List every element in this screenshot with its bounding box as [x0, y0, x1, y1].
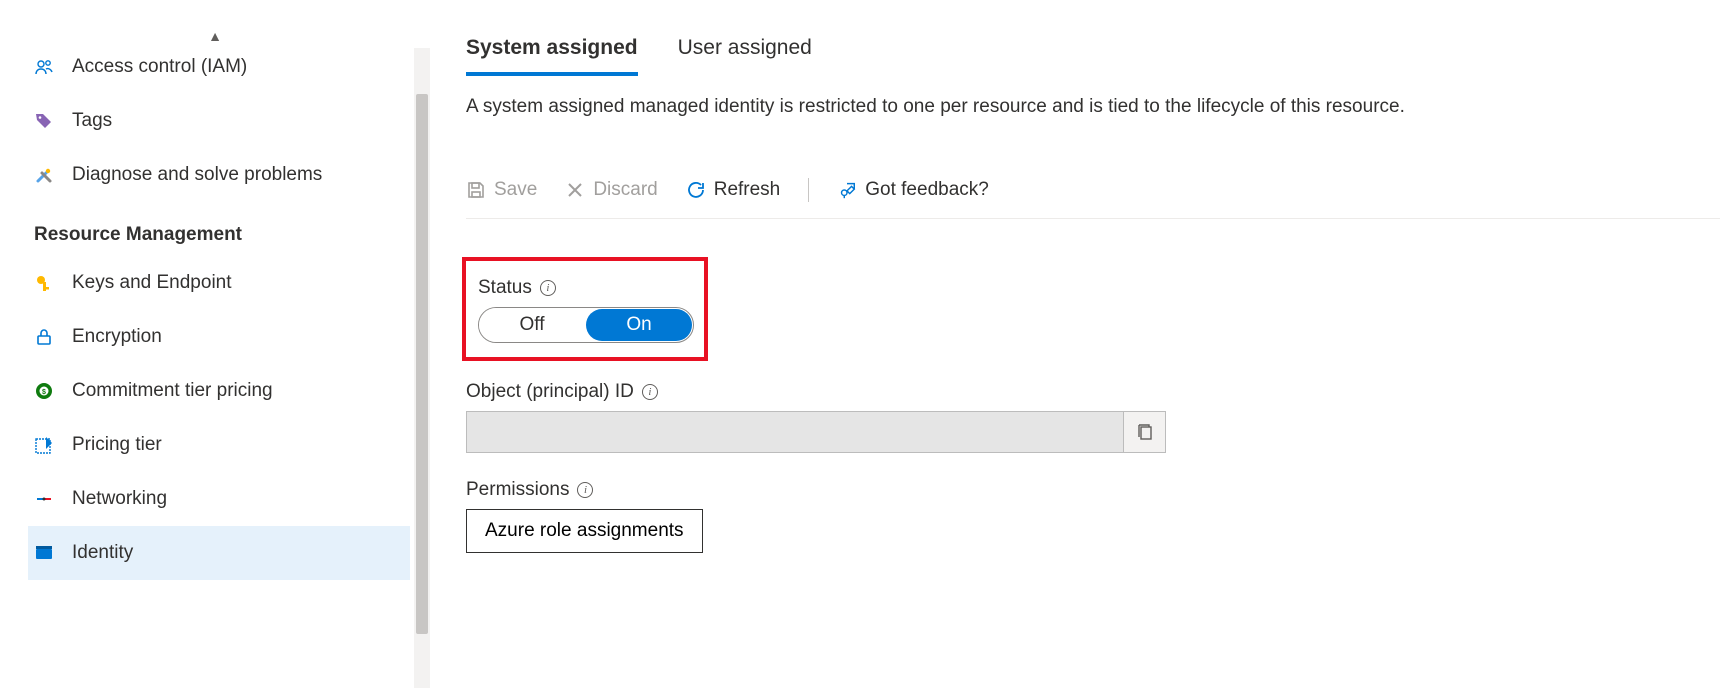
lock-icon: [34, 327, 54, 347]
feedback-icon: [837, 180, 857, 200]
nav-label: Commitment tier pricing: [72, 380, 273, 402]
discard-label: Discard: [593, 179, 657, 201]
sidebar-item-commitment-tier[interactable]: $ Commitment tier pricing: [28, 364, 410, 418]
info-icon[interactable]: i: [540, 280, 556, 296]
command-bar: Save Discard Refresh Got feedback?: [466, 178, 1720, 219]
refresh-label: Refresh: [714, 179, 781, 201]
sidebar-item-networking[interactable]: Networking: [28, 472, 410, 526]
permissions-label-row: Permissions i: [466, 479, 1720, 501]
info-icon[interactable]: i: [577, 482, 593, 498]
object-id-field: Object (principal) ID i: [466, 381, 1720, 453]
object-id-label: Object (principal) ID: [466, 381, 634, 403]
save-button: Save: [466, 179, 537, 201]
tab-user-assigned[interactable]: User assigned: [678, 36, 812, 76]
permissions-label: Permissions: [466, 479, 569, 501]
key-icon: [34, 273, 54, 293]
refresh-button[interactable]: Refresh: [686, 179, 781, 201]
object-id-label-row: Object (principal) ID i: [466, 381, 1720, 403]
sidebar: ▲ Access control (IAM) Tags Diagnose and…: [0, 0, 430, 688]
discard-button: Discard: [565, 179, 657, 201]
sidebar-item-pricing-tier[interactable]: Pricing tier: [28, 418, 410, 472]
sidebar-item-encryption[interactable]: Encryption: [28, 310, 410, 364]
identity-icon: [34, 543, 54, 563]
svg-text:$: $: [42, 389, 46, 396]
copy-icon: [1137, 423, 1153, 441]
pricing-tier-icon: [34, 435, 54, 455]
scroll-up-arrow[interactable]: ▲: [208, 28, 222, 44]
status-highlight-box: Status i Off On: [462, 257, 708, 361]
sidebar-item-diagnose[interactable]: Diagnose and solve problems: [28, 148, 410, 202]
tab-system-assigned[interactable]: System assigned: [466, 36, 638, 76]
copy-button[interactable]: [1123, 412, 1165, 452]
sidebar-item-access-control[interactable]: Access control (IAM): [28, 40, 410, 94]
refresh-icon: [686, 180, 706, 200]
status-label: Status: [478, 277, 532, 299]
save-icon: [466, 180, 486, 200]
nav-label: Pricing tier: [72, 434, 162, 456]
toolbar-separator: [808, 178, 809, 202]
nav-label: Keys and Endpoint: [72, 272, 232, 294]
scrollbar-track[interactable]: [414, 48, 430, 688]
nav-label: Networking: [72, 488, 167, 510]
identity-tabs: System assigned User assigned: [466, 36, 1720, 76]
save-label: Save: [494, 179, 537, 201]
status-toggle-on[interactable]: On: [586, 309, 692, 341]
networking-icon: [34, 489, 54, 509]
azure-role-assignments-button[interactable]: Azure role assignments: [466, 509, 703, 553]
nav-label: Tags: [72, 110, 112, 132]
identity-description: A system assigned managed identity is re…: [466, 96, 1720, 118]
sidebar-item-keys-endpoint[interactable]: Keys and Endpoint: [28, 256, 410, 310]
section-header-resource-management: Resource Management: [28, 202, 430, 256]
status-label-row: Status i: [478, 277, 692, 299]
feedback-label: Got feedback?: [865, 179, 989, 201]
object-id-box: [466, 411, 1166, 453]
main-content: System assigned User assigned A system a…: [430, 0, 1720, 688]
tag-icon: [34, 111, 54, 131]
people-icon: [34, 57, 54, 77]
discard-icon: [565, 180, 585, 200]
nav-label: Access control (IAM): [72, 56, 247, 78]
nav-label: Diagnose and solve problems: [72, 164, 322, 186]
scrollbar-thumb[interactable]: [416, 94, 428, 634]
status-toggle-off[interactable]: Off: [479, 308, 585, 342]
pricing-commit-icon: $: [34, 381, 54, 401]
status-toggle[interactable]: Off On: [478, 307, 694, 343]
nav-label: Identity: [72, 542, 133, 564]
permissions-field: Permissions i Azure role assignments: [466, 479, 1720, 553]
feedback-button[interactable]: Got feedback?: [837, 179, 989, 201]
nav-label: Encryption: [72, 326, 162, 348]
info-icon[interactable]: i: [642, 384, 658, 400]
sidebar-item-identity[interactable]: Identity: [28, 526, 410, 580]
sidebar-item-tags[interactable]: Tags: [28, 94, 410, 148]
tools-icon: [34, 165, 54, 185]
